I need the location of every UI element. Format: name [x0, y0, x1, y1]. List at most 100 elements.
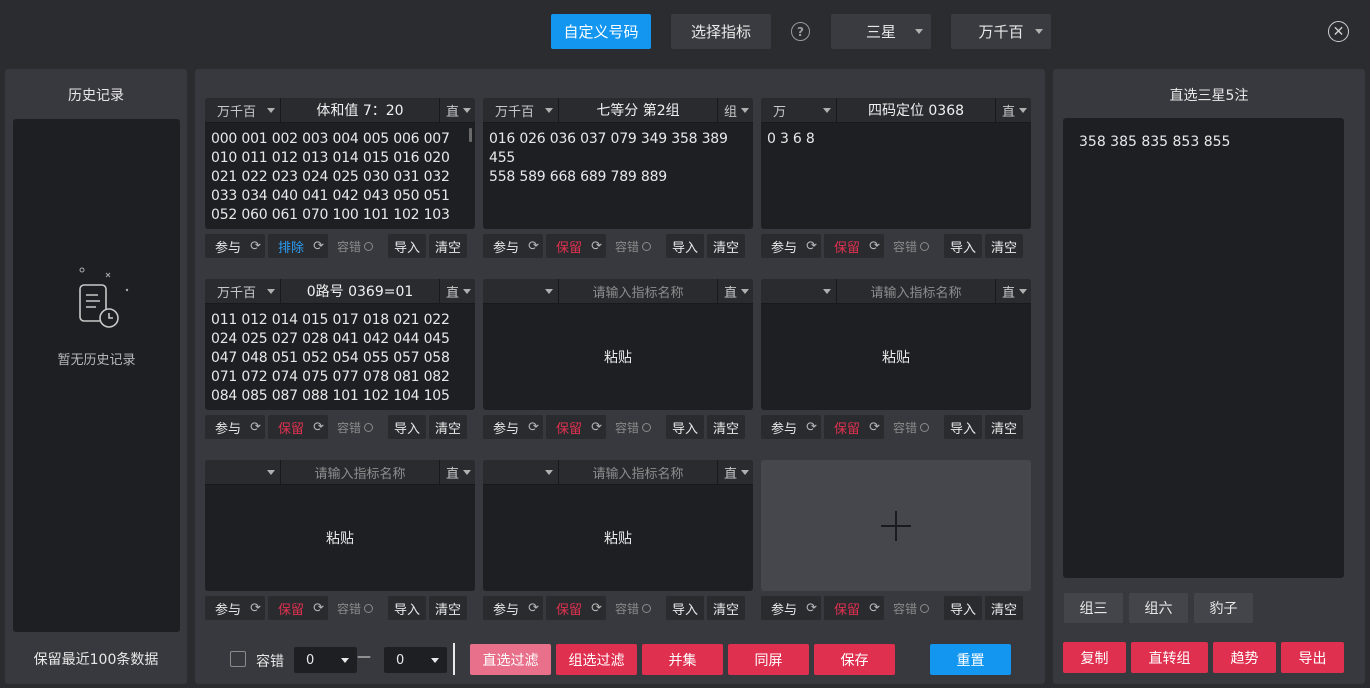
card-mode-select[interactable]: 直 [718, 460, 753, 484]
card-position-select[interactable]: 万千百 [205, 279, 281, 304]
tolerance-max-select[interactable]: 0 [384, 647, 447, 673]
card-position-select[interactable]: 万千百 [483, 98, 559, 123]
participate-button[interactable]: 参与 ⟳ [205, 415, 265, 439]
tolerance-toggle[interactable]: 容错 [887, 234, 941, 258]
group-six-button[interactable]: 组六 [1129, 593, 1188, 623]
card-numbers[interactable]: 000 001 002 003 004 005 006 007 010 011 … [211, 130, 467, 225]
card-position-select[interactable] [483, 279, 559, 304]
paste-area[interactable]: 粘贴 [483, 485, 753, 591]
import-button[interactable]: 导入 [944, 234, 982, 258]
tolerance-toggle[interactable]: 容错 [331, 234, 385, 258]
participate-button[interactable]: 参与 ⟳ [483, 415, 543, 439]
keep-button[interactable]: 保留 ⟳ [546, 415, 606, 439]
close-icon[interactable]: ✕ [1328, 21, 1349, 42]
tolerance-toggle[interactable]: 容错 [887, 415, 941, 439]
card-position-select[interactable] [761, 279, 837, 304]
tolerance-toggle[interactable]: 容错 [331, 415, 385, 439]
card-mode-select[interactable]: 组 [718, 98, 753, 122]
clear-button[interactable]: 清空 [429, 415, 467, 439]
participate-button[interactable]: 参与 ⟳ [761, 415, 821, 439]
import-button[interactable]: 导入 [944, 596, 982, 620]
participate-button[interactable]: 参与 ⟳ [205, 234, 265, 258]
paste-area[interactable]: 粘贴 [483, 304, 753, 410]
keep-button[interactable]: 保留 ⟳ [268, 596, 328, 620]
participate-button[interactable]: 参与 ⟳ [761, 234, 821, 258]
participate-button[interactable]: 参与 ⟳ [761, 596, 821, 620]
star-select[interactable]: 三星 [831, 14, 931, 49]
tolerance-min-select[interactable]: 0 [294, 647, 357, 673]
import-button[interactable]: 导入 [944, 415, 982, 439]
participate-button[interactable]: 参与 ⟳ [483, 596, 543, 620]
import-button[interactable]: 导入 [388, 415, 426, 439]
import-button[interactable]: 导入 [388, 596, 426, 620]
card-mode-select[interactable]: 直 [996, 98, 1031, 122]
card-mode-select[interactable]: 直 [440, 98, 475, 122]
add-indicator-button[interactable] [761, 460, 1031, 591]
trend-button[interactable]: 趋势 [1213, 642, 1276, 673]
sync-screen-button[interactable]: 同屏 [728, 644, 809, 675]
tolerance-toggle[interactable]: 容错 [609, 596, 663, 620]
keep-button[interactable]: 保留 ⟳ [546, 596, 606, 620]
clear-button[interactable]: 清空 [707, 596, 745, 620]
clear-button[interactable]: 清空 [429, 234, 467, 258]
custom-number-button[interactable]: 自定义号码 [551, 14, 651, 49]
card-position-select[interactable] [483, 460, 559, 485]
tolerance-toggle[interactable]: 容错 [331, 596, 385, 620]
clear-button[interactable]: 清空 [985, 234, 1023, 258]
card-numbers[interactable]: 011 012 014 015 017 018 021 022 024 025 … [211, 311, 467, 406]
tolerance-checkbox[interactable] [230, 651, 246, 667]
keep-button[interactable]: 保留 ⟳ [824, 596, 884, 620]
card-mode-select[interactable]: 直 [718, 279, 753, 303]
keep-button[interactable]: 保留 ⟳ [824, 415, 884, 439]
import-button[interactable]: 导入 [666, 415, 704, 439]
help-icon[interactable]: ? [791, 22, 810, 41]
card-indicator-name-input[interactable]: 请输入指标名称 [559, 460, 718, 484]
tolerance-toggle[interactable]: 容错 [609, 234, 663, 258]
card-mode-select[interactable]: 直 [996, 279, 1031, 303]
card-indicator-name[interactable]: 四码定位 0368 [837, 98, 996, 122]
tolerance-toggle[interactable]: 容错 [887, 596, 941, 620]
card-indicator-name[interactable]: 体和值 7：20 [281, 98, 440, 122]
exclude-button[interactable]: 排除 ⟳ [268, 234, 328, 258]
card-position-select[interactable]: 万千百 [205, 98, 281, 123]
import-button[interactable]: 导入 [388, 234, 426, 258]
card-indicator-name-input[interactable]: 请输入指标名称 [837, 279, 996, 303]
keep-button[interactable]: 保留 ⟳ [268, 415, 328, 439]
paste-area[interactable]: 粘贴 [205, 485, 475, 591]
card-numbers[interactable]: 016 026 036 037 079 349 358 389 455 558 … [489, 130, 745, 187]
card-indicator-name[interactable]: 0路号 0369=01 [281, 279, 440, 303]
paste-area[interactable]: 粘贴 [761, 304, 1031, 410]
card-indicator-name-input[interactable]: 请输入指标名称 [281, 460, 440, 484]
card-indicator-name-input[interactable]: 请输入指标名称 [559, 279, 718, 303]
clear-button[interactable]: 清空 [707, 415, 745, 439]
card-position-select[interactable]: 万 [761, 98, 837, 123]
position-select[interactable]: 万千百 [951, 14, 1051, 49]
export-button[interactable]: 导出 [1281, 642, 1344, 673]
direct-to-group-button[interactable]: 直转组 [1131, 642, 1208, 673]
card-mode-select[interactable]: 直 [440, 460, 475, 484]
card-mode-select[interactable]: 直 [440, 279, 475, 303]
direct-filter-button[interactable]: 直选过滤 [470, 644, 551, 675]
import-button[interactable]: 导入 [666, 596, 704, 620]
group-three-button[interactable]: 组三 [1064, 593, 1123, 623]
group-filter-button[interactable]: 组选过滤 [556, 644, 637, 675]
card-position-select[interactable] [205, 460, 281, 485]
select-indicator-button[interactable]: 选择指标 [671, 14, 771, 49]
result-box[interactable]: 358 385 835 853 855 [1063, 118, 1344, 578]
scrollbar[interactable] [469, 128, 472, 142]
keep-button[interactable]: 保留 ⟳ [824, 234, 884, 258]
reset-button[interactable]: 重置 [930, 644, 1011, 675]
leopard-button[interactable]: 豹子 [1194, 593, 1253, 623]
import-button[interactable]: 导入 [666, 234, 704, 258]
save-button[interactable]: 保存 [814, 644, 895, 675]
card-numbers[interactable]: 0 3 6 8 [767, 130, 1023, 149]
clear-button[interactable]: 清空 [985, 596, 1023, 620]
participate-button[interactable]: 参与 ⟳ [483, 234, 543, 258]
participate-button[interactable]: 参与 ⟳ [205, 596, 265, 620]
card-indicator-name[interactable]: 七等分 第2组 [559, 98, 718, 122]
tolerance-toggle[interactable]: 容错 [609, 415, 663, 439]
clear-button[interactable]: 清空 [429, 596, 467, 620]
clear-button[interactable]: 清空 [985, 415, 1023, 439]
union-button[interactable]: 并集 [642, 644, 723, 675]
keep-button[interactable]: 保留 ⟳ [546, 234, 606, 258]
